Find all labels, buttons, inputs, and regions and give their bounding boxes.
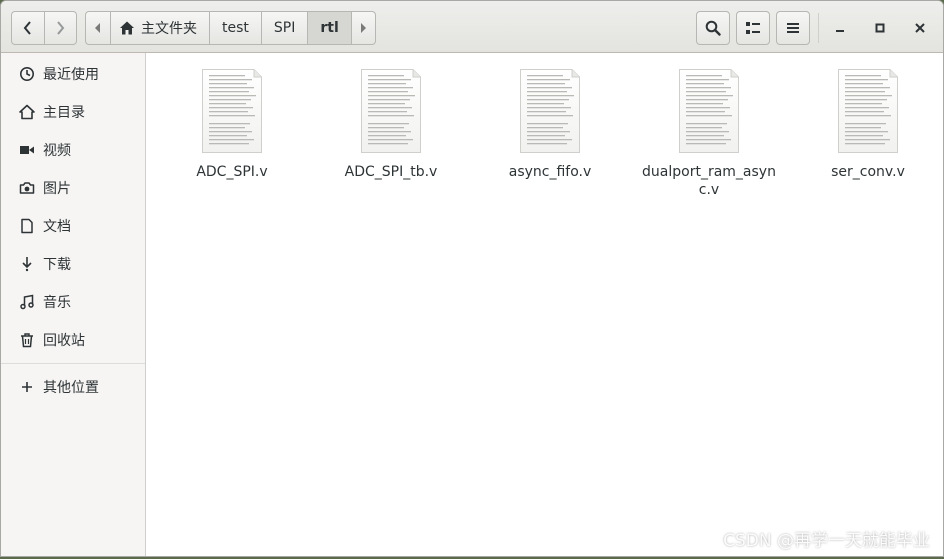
- file-item[interactable]: ser_conv.v: [793, 53, 943, 181]
- crumb-home[interactable]: 主文件夹: [110, 12, 209, 44]
- sidebar-item-home[interactable]: 主目录: [1, 94, 145, 130]
- chevron-left-icon: [23, 21, 31, 35]
- menu-button[interactable]: [776, 11, 810, 45]
- sidebar-item-recent[interactable]: 最近使用: [1, 56, 145, 92]
- text-file-icon: [838, 69, 898, 153]
- text-file-icon: [679, 69, 739, 153]
- sidebar-item-label: 下载: [43, 257, 71, 273]
- file-name: ADC_SPI_tb.v: [344, 164, 438, 180]
- music-icon: [19, 294, 35, 310]
- sidebar-item-label: 音乐: [43, 295, 71, 311]
- file-item[interactable]: async_fifo.v: [475, 53, 625, 181]
- sidebar-item-documents[interactable]: 文档: [1, 208, 145, 244]
- sidebar-item-label: 回收站: [43, 333, 85, 349]
- search-icon: [705, 20, 721, 36]
- file-grid: ADC_SPI.v ADC_SPI_tb.v async_fifo.v dual…: [147, 53, 943, 556]
- sidebar-item-label: 最近使用: [43, 67, 99, 83]
- sidebar-item-label: 图片: [43, 181, 71, 197]
- list-view-icon: [746, 22, 760, 34]
- sidebar-item-label: 视频: [43, 143, 71, 159]
- close-button[interactable]: [909, 17, 931, 39]
- pathbar-scroll-right-button[interactable]: [350, 12, 375, 44]
- crumb-spi[interactable]: SPI: [260, 12, 307, 44]
- maximize-icon: [875, 23, 885, 33]
- text-file-icon: [202, 69, 262, 153]
- file-manager-window: 主文件夹 test SPI rtl 最近使用 主目录 视频 图片 文档 下载 音…: [0, 0, 944, 557]
- crumb-rtl[interactable]: rtl: [307, 12, 351, 44]
- document-icon: [19, 218, 35, 234]
- file-name: dualport_ram_async.v: [642, 164, 776, 198]
- file-item[interactable]: ADC_SPI_tb.v: [316, 53, 466, 181]
- sidebar-separator: [1, 363, 145, 364]
- plus-icon: [19, 379, 35, 395]
- back-button[interactable]: [12, 12, 44, 44]
- trash-icon: [19, 332, 35, 348]
- file-item[interactable]: dualport_ram_async.v: [634, 53, 784, 199]
- view-toggle-button[interactable]: [736, 11, 770, 45]
- video-icon: [19, 142, 35, 158]
- clock-icon: [19, 66, 35, 82]
- home-icon: [120, 21, 134, 35]
- close-icon: [915, 23, 925, 33]
- crumb-home-label: 主文件夹: [141, 21, 197, 37]
- path-bar: 主文件夹 test SPI rtl: [85, 11, 376, 45]
- forward-button[interactable]: [43, 12, 77, 44]
- sidebar-item-label: 文档: [43, 219, 71, 235]
- sidebar-item-videos[interactable]: 视频: [1, 132, 145, 168]
- file-name: ADC_SPI.v: [196, 164, 268, 180]
- triangle-right-icon: [361, 23, 367, 33]
- maximize-button[interactable]: [869, 17, 891, 39]
- sidebar-item-pictures[interactable]: 图片: [1, 170, 145, 206]
- sidebar-item-label: 主目录: [43, 105, 85, 121]
- download-icon: [19, 256, 35, 272]
- file-name: async_fifo.v: [508, 164, 592, 180]
- pathbar-scroll-left-button[interactable]: [86, 12, 110, 44]
- chevron-right-icon: [57, 21, 65, 35]
- header-separator: [818, 13, 819, 43]
- camera-icon: [19, 180, 35, 196]
- text-file-icon: [361, 69, 421, 153]
- home-icon: [19, 104, 35, 120]
- sidebar: 最近使用 主目录 视频 图片 文档 下载 音乐 回收站 其他位置: [1, 53, 146, 556]
- history-nav: [11, 11, 77, 45]
- hamburger-menu-icon: [787, 23, 799, 33]
- triangle-left-icon: [95, 23, 100, 33]
- sidebar-item-other-locations[interactable]: 其他位置: [1, 369, 145, 405]
- crumb-test[interactable]: test: [209, 12, 261, 44]
- sidebar-item-trash[interactable]: 回收站: [1, 322, 145, 358]
- watermark: CSDN @再学一天就能毕业: [723, 531, 930, 551]
- sidebar-item-downloads[interactable]: 下载: [1, 246, 145, 282]
- minimize-icon: [836, 30, 844, 32]
- file-name: ser_conv.v: [831, 164, 905, 180]
- text-file-icon: [520, 69, 580, 153]
- sidebar-item-label: 其他位置: [43, 380, 99, 396]
- minimize-button[interactable]: [829, 17, 851, 39]
- file-item[interactable]: ADC_SPI.v: [157, 53, 307, 181]
- header-bar: 主文件夹 test SPI rtl: [1, 1, 943, 53]
- search-button[interactable]: [696, 11, 730, 45]
- sidebar-item-music[interactable]: 音乐: [1, 284, 145, 320]
